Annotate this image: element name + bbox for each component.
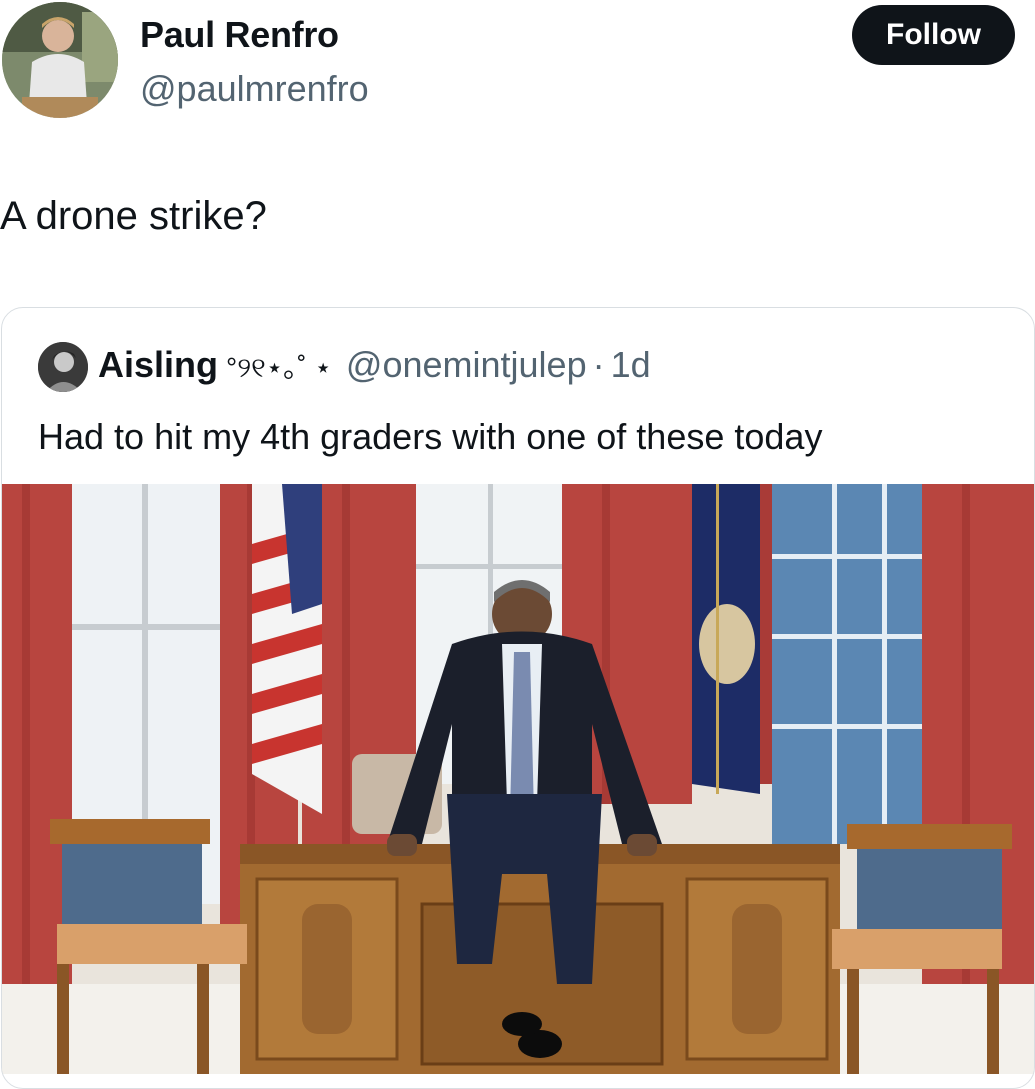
quoted-header: Aisling °୨୧⋆｡˚ ⋆ @onemintjulep · 1d (98, 344, 651, 386)
author-handle[interactable]: @paulmrenfro (140, 68, 369, 110)
quoted-profile-photo-icon (38, 342, 88, 392)
quoted-timestamp[interactable]: 1d (611, 344, 651, 386)
post-text: A drone strike? (0, 194, 267, 238)
us-flag (252, 484, 322, 814)
profile-photo-icon (2, 2, 118, 118)
quoted-text: Had to hit my 4th graders with one of th… (38, 416, 823, 457)
quoted-media-image[interactable] (2, 484, 1034, 1074)
separator-dot: · (592, 344, 605, 385)
quoted-avatar[interactable] (38, 342, 88, 392)
quoted-handle[interactable]: @onemintjulep (346, 344, 587, 386)
quoted-name[interactable]: Aisling (98, 344, 218, 386)
presidential-flag (692, 484, 760, 794)
window-right (772, 484, 922, 844)
author-name[interactable]: Paul Renfro (140, 14, 339, 56)
quoted-post[interactable]: Aisling °୨୧⋆｡˚ ⋆ @onemintjulep · 1d Had … (1, 307, 1035, 1089)
follow-button[interactable]: Follow (852, 5, 1015, 65)
quoted-name-decoration: °୨୧⋆｡˚ ⋆ (226, 352, 332, 383)
oval-office-photo-icon (2, 484, 1034, 1074)
author-avatar[interactable] (2, 2, 118, 118)
